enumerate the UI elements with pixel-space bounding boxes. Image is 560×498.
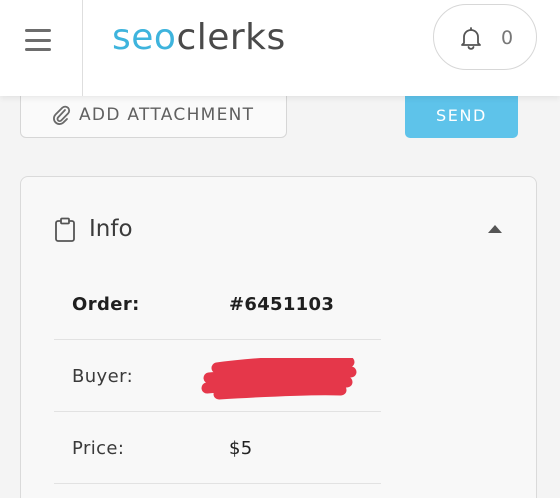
page: ADD ATTACHMENT SEND seoclerks 0 Info Ord… — [0, 0, 560, 498]
price-value: $5 — [229, 438, 253, 459]
notifications-button[interactable]: 0 — [433, 4, 537, 70]
logo-seo: seo — [112, 17, 177, 58]
info-card: Info Order: #6451103 Buyer: Price: $5 — [20, 176, 537, 498]
header-divider — [82, 0, 83, 96]
seoclerks-logo[interactable]: seoclerks — [112, 14, 286, 62]
buyer-label: Buyer: — [72, 366, 134, 387]
order-label: Order: — [72, 294, 140, 315]
clipboard-icon — [55, 217, 75, 242]
info-card-title: Info — [89, 216, 133, 242]
send-label: SEND — [436, 105, 487, 125]
paperclip-icon — [53, 105, 71, 125]
hamburger-menu-icon[interactable] — [22, 26, 54, 54]
info-card-header[interactable]: Info — [21, 177, 536, 277]
info-row-order: Order: #6451103 — [54, 268, 381, 340]
notification-count: 0 — [501, 27, 514, 49]
collapse-caret-icon[interactable] — [485, 221, 505, 237]
order-value: #6451103 — [229, 294, 335, 315]
redaction-scribble — [201, 358, 357, 400]
add-attachment-label: ADD ATTACHMENT — [79, 105, 255, 125]
price-label: Price: — [72, 438, 125, 459]
top-header: seoclerks 0 — [0, 0, 560, 96]
logo-clerks: clerks — [176, 17, 286, 58]
info-row-price: Price: $5 — [54, 412, 381, 484]
info-row-buyer: Buyer: — [54, 340, 381, 412]
bell-icon — [461, 27, 481, 50]
